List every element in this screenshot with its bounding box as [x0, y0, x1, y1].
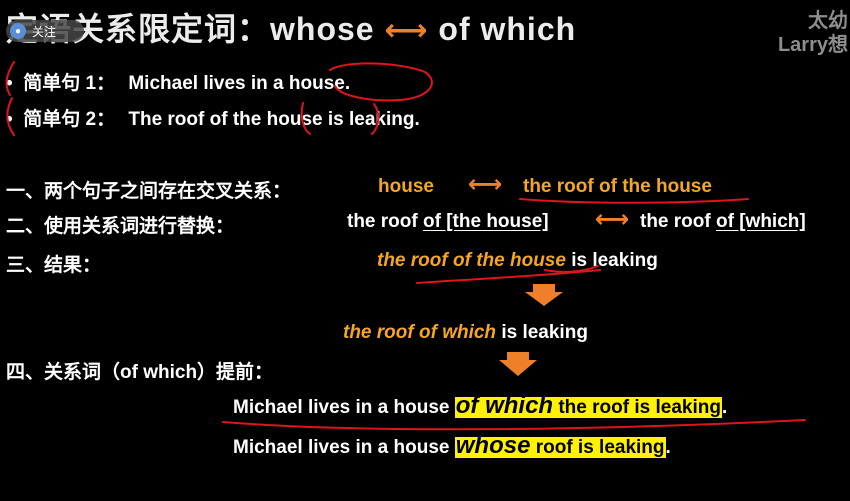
step3-phrase-1: the roof of the house: [377, 250, 566, 271]
step1-right: the roof of the house: [523, 176, 712, 197]
sentence-2-text-before: The roof of the: [128, 109, 267, 130]
step4-line-2-end: .: [665, 437, 671, 458]
step2-left-underlined: of [the house]: [423, 211, 549, 232]
step2-label: 二、使用关系词进行替换：: [6, 216, 235, 237]
step4-line-1-end: .: [721, 397, 728, 418]
step3-rest-2: is leaking: [496, 322, 588, 343]
watermark-line2: Larry想: [777, 34, 848, 56]
step2-right-underlined: of [which]: [716, 211, 806, 232]
step2-left: the roof of [the house]: [347, 211, 549, 233]
double-arrow-icon: ⟷: [595, 206, 630, 233]
sentence-2-label: 简单句 2：: [23, 109, 116, 130]
double-arrow-icon: ⟷: [384, 14, 429, 47]
step2-left-plain: the roof: [347, 211, 423, 232]
double-arrow-icon: ⟷: [468, 171, 503, 198]
step3-result-2: the roof of which is leaking: [343, 322, 588, 344]
sentence-2-house: house: [266, 109, 323, 130]
sentence-2: • 简单句 2： The roof of the house is leakin…: [6, 104, 420, 131]
step2-right: the roof of [which]: [640, 211, 806, 233]
step3-phrase-2: the roof of which: [343, 322, 497, 343]
highlighted-phrase: of which the roof is leaking: [454, 392, 722, 419]
sentence-1-label: 简单句 1：: [23, 73, 116, 94]
step4-line-2-rest: roof is leaking: [530, 437, 665, 458]
step4-label: 四、关系词（of which）提前：: [6, 362, 274, 383]
step4-line-2: Michael lives in a house whose roof is l…: [233, 432, 671, 460]
step4-line-1-rest: the roof is leaking: [553, 397, 721, 418]
highlighted-phrase: whose roof is leaking: [454, 432, 666, 459]
avatar-icon: ●: [10, 23, 26, 39]
title-suffix: of which: [438, 11, 577, 47]
step4-line-1: Michael lives in a house of which the ro…: [233, 392, 727, 420]
step4-line-2-before: Michael lives in a house: [233, 437, 455, 458]
step4-line-1-emph: of which: [455, 392, 554, 419]
step3-result-1: the roof of the house is leaking: [377, 250, 658, 272]
sentence-1-text-before: Michael lives in a: [128, 73, 289, 94]
step4-line-1-before: Michael lives in a house: [233, 397, 455, 418]
step3-label: 三、结果：: [6, 255, 102, 276]
sentence-2-text-after: is leaking.: [322, 109, 420, 130]
bullet: •: [6, 109, 18, 130]
step4-line-2-emph: whose: [455, 432, 531, 459]
sentence-1-text-after: .: [344, 73, 351, 94]
step1-label: 一、两个句子之间存在交叉关系：: [6, 181, 292, 202]
follow-button[interactable]: ● 关注: [6, 20, 84, 42]
bullet: •: [6, 73, 18, 94]
sentence-1: • 简单句 1： Michael lives in a house.: [6, 68, 350, 95]
sentence-1-house: house: [288, 73, 345, 94]
step2-right-plain: the roof: [640, 211, 716, 232]
step3-rest-1: is leaking: [565, 250, 658, 271]
slide-title: 定语关系限定词：whose ⟷ of which: [6, 4, 576, 50]
follow-button-label: 关注: [32, 24, 57, 39]
step1-left: house: [378, 176, 434, 197]
